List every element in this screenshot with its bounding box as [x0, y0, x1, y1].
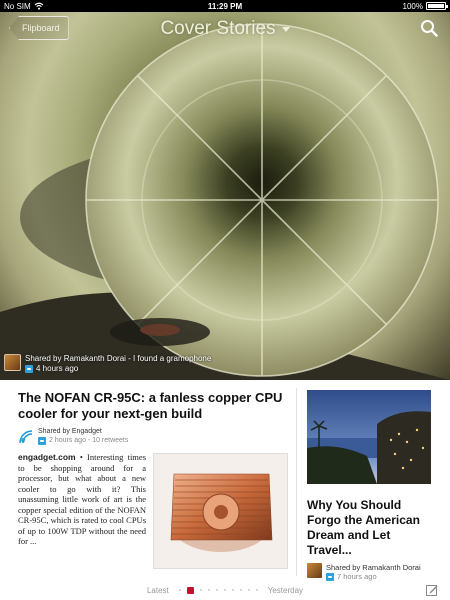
search-icon[interactable] [420, 19, 438, 37]
cooler-illustration [170, 473, 273, 552]
side-article[interactable]: Why You Should Forgo the American Dream … [307, 390, 431, 581]
travel-photo[interactable] [307, 390, 431, 484]
side-credit-name: Shared by Ramakanth Dorai [326, 563, 421, 572]
latest-label[interactable]: Latest [147, 586, 169, 595]
main-article-meta: 2 hours ago - 10 retweets [49, 437, 129, 444]
coastal-town-illustration [307, 390, 431, 484]
page-dot[interactable] [231, 589, 234, 591]
side-article-credit: Shared by Ramakanth Dorai 7 hours ago [307, 563, 431, 581]
page-dot[interactable] [223, 589, 226, 591]
article-grid: The NOFAN CR-95C: a fanless copper CPU c… [0, 380, 450, 600]
back-button[interactable]: Flipboard [9, 16, 69, 40]
main-article-source-name: Shared by Engadget [38, 428, 102, 435]
page-dot[interactable] [199, 589, 202, 591]
twitter-icon [38, 436, 46, 445]
twitter-icon [25, 365, 33, 373]
cover-credit: Shared by Ramakanth Dorai - I found a gr… [4, 354, 211, 374]
main-article-excerpt: engadget.com • Interesting times to be s… [18, 452, 147, 546]
side-article-headline[interactable]: Why You Should Forgo the American Dream … [307, 498, 431, 558]
battery-percent: 100% [402, 1, 423, 11]
svg-text:e: e [21, 435, 26, 444]
top-bar: Flipboard Cover Stories [0, 12, 450, 46]
cpu-cooler-photo[interactable] [153, 453, 288, 569]
main-article-headline[interactable]: The NOFAN CR-95C: a fanless copper CPU c… [18, 390, 290, 422]
chevron-down-icon [281, 26, 290, 32]
page-dot[interactable] [215, 589, 218, 591]
clock: 11:29 PM [207, 1, 243, 11]
avatar[interactable] [307, 563, 322, 578]
engadget-icon: e [19, 429, 33, 444]
page-footer: Latest Yesterday [0, 580, 450, 600]
battery-icon [426, 2, 448, 10]
cover-credit-line: Shared by Ramakanth Dorai - I found a gr… [25, 354, 212, 363]
page-dot[interactable] [207, 589, 210, 591]
page-dot[interactable] [247, 589, 250, 591]
page-dot-current[interactable] [186, 586, 194, 594]
cover-story[interactable]: Flipboard Cover Stories Shared by Ramaka… [0, 12, 450, 380]
yesterday-label[interactable]: Yesterday [268, 586, 303, 595]
gramophone-photo [0, 23, 450, 380]
column-divider [296, 388, 297, 576]
excerpt-source: engadget.com [18, 452, 76, 462]
excerpt-text: Interesting times to be shopping around … [18, 452, 147, 546]
main-article-source: e Shared by Engadget 2 hours ago - 10 re… [18, 427, 290, 445]
page-dot[interactable] [255, 589, 258, 591]
battery-group: 100% [402, 1, 448, 11]
compose-icon[interactable] [426, 584, 438, 596]
page-dot[interactable] [178, 589, 181, 591]
section-title-dropdown[interactable]: Cover Stories [160, 18, 290, 40]
section-title: Cover Stories [160, 18, 276, 39]
page-indicator[interactable] [178, 586, 258, 594]
page-dot[interactable] [239, 589, 242, 591]
cover-credit-time: 4 hours ago [36, 364, 79, 373]
avatar[interactable] [4, 354, 21, 371]
main-article[interactable]: The NOFAN CR-95C: a fanless copper CPU c… [18, 390, 290, 445]
status-bar: No SIM 11:29 PM 100% [0, 0, 450, 12]
